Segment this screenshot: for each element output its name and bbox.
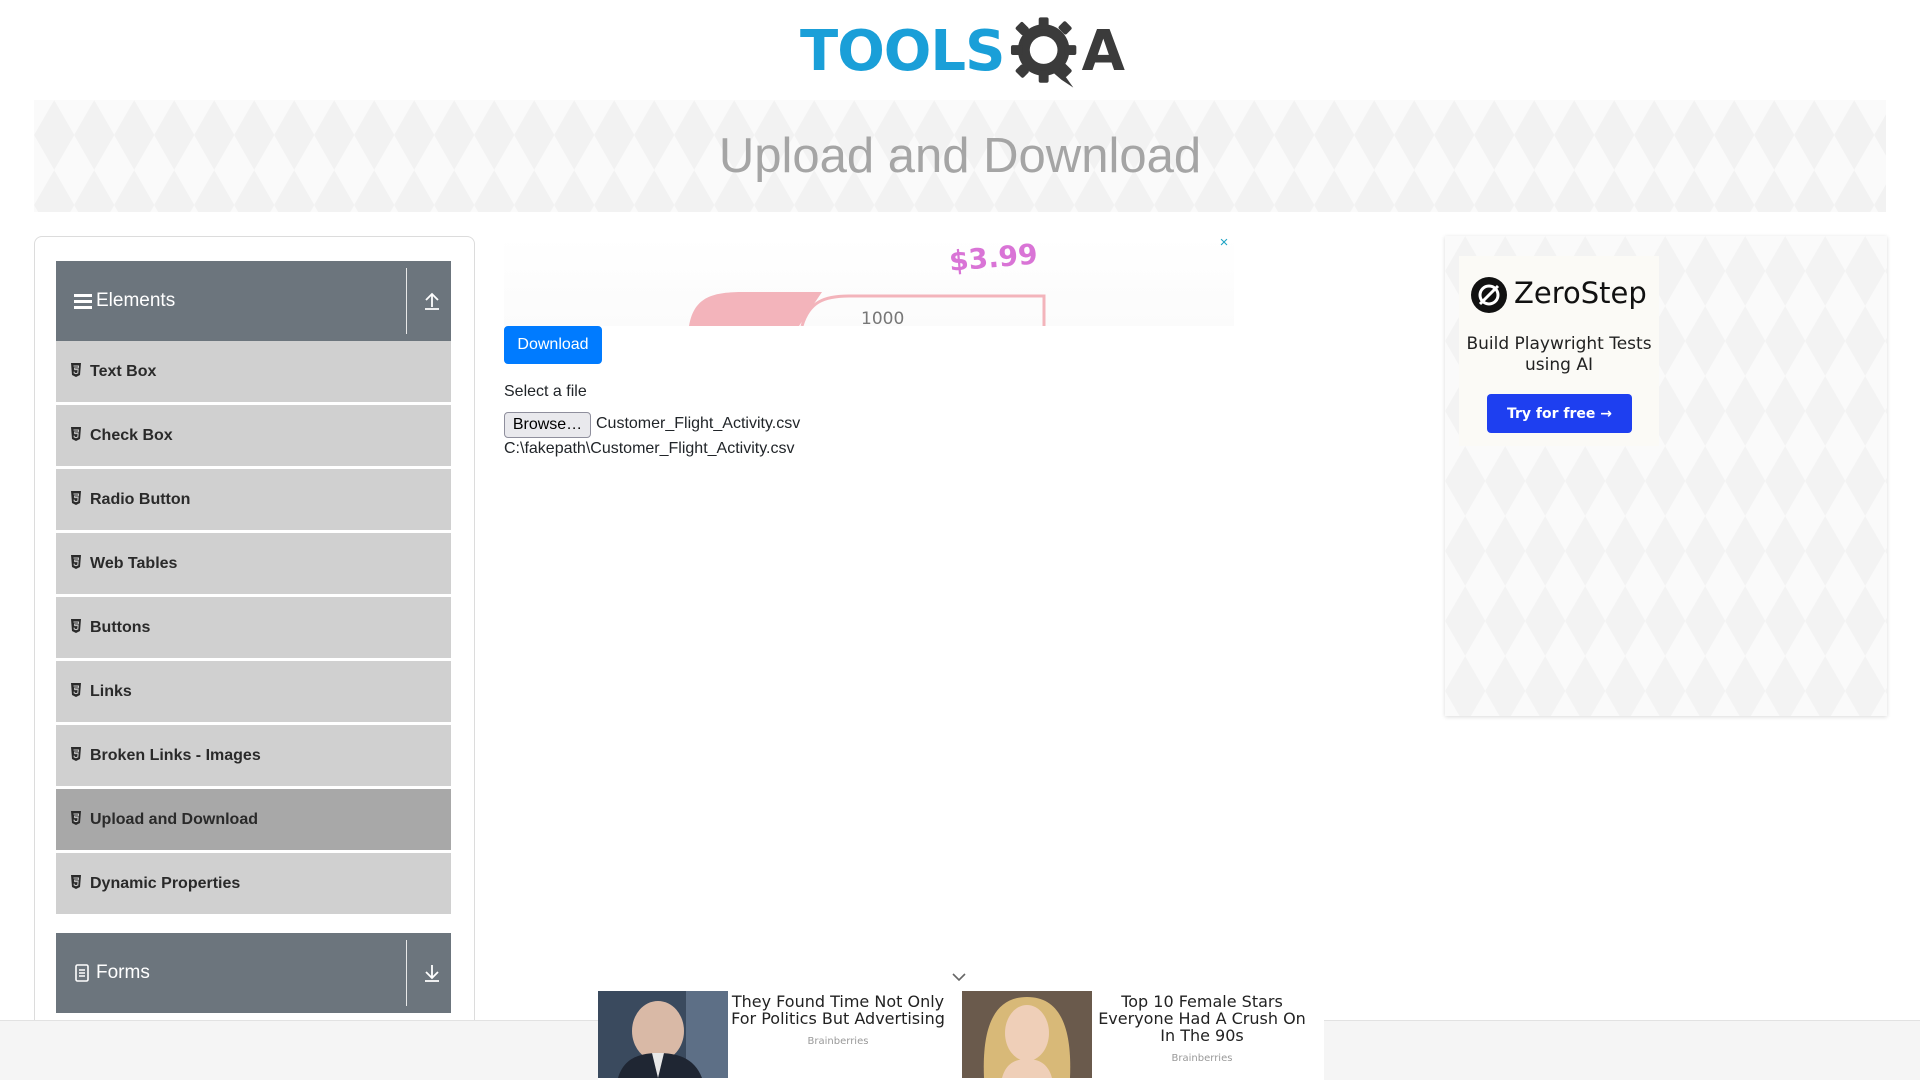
ad-number: 1000 xyxy=(861,309,904,326)
html5-icon xyxy=(71,491,81,505)
sidebar-item[interactable]: Buttons xyxy=(56,597,451,658)
group-title-elements: Elements xyxy=(96,290,176,311)
close-icon[interactable]: × xyxy=(1217,235,1231,250)
ad-graphic: $3.99 1000 xyxy=(689,237,1046,326)
sidebar-item[interactable]: Check Box xyxy=(56,405,451,466)
selected-file-name: Customer_Flight_Activity.csv xyxy=(596,415,801,432)
sidebar-item-label: Radio Button xyxy=(90,490,191,508)
ad-headline-1[interactable]: They Found Time Not Only For Politics Bu… xyxy=(730,993,946,1027)
sidebar-item[interactable]: Upload and Download xyxy=(56,789,451,850)
sidebar-item[interactable]: Web Tables xyxy=(56,533,451,594)
try-for-free-button[interactable]: Try for free → xyxy=(1487,394,1632,433)
sidebar-item[interactable]: Dynamic Properties xyxy=(56,853,451,914)
html5-icon xyxy=(71,875,81,889)
ad-source-1: Brainberries xyxy=(807,1036,869,1047)
sidebar-item-label: Links xyxy=(90,682,132,700)
gear-q-icon xyxy=(1011,17,1077,88)
sidebar-item-label: Text Box xyxy=(90,362,157,380)
chevron-down-icon[interactable] xyxy=(950,968,968,986)
group-header-elements[interactable]: Elements xyxy=(56,261,451,341)
left-sidebar: Elements Text Box Check Box Radio Button We… xyxy=(34,236,475,1080)
browse-button[interactable]: Browse… xyxy=(504,412,591,438)
html5-icon xyxy=(71,811,81,825)
group-header-forms[interactable]: Forms xyxy=(56,933,451,1013)
ad-source-2: Brainberries xyxy=(1171,1053,1233,1064)
logo-text: TOOLS xyxy=(800,19,1005,84)
html5-icon xyxy=(71,363,81,377)
zerostep-logo-icon xyxy=(1471,277,1507,313)
sidebar-item-label: Broken Links - Images xyxy=(90,746,261,764)
html5-icon xyxy=(71,555,81,569)
sidebar-item-label: Buttons xyxy=(90,618,151,636)
html5-icon xyxy=(71,683,81,697)
toolsqa-logo[interactable]: TOOLS A xyxy=(800,14,1125,90)
ad-headline-2[interactable]: Top 10 Female Stars Everyone Had A Crush… xyxy=(1094,993,1310,1044)
ad-thumbnail-1[interactable] xyxy=(598,991,728,1078)
html5-icon xyxy=(71,747,81,761)
ad-price: $3.99 xyxy=(948,237,1039,278)
header: TOOLS A xyxy=(0,0,1920,100)
uploaded-file-path: C:\fakepath\Customer_Flight_Activity.csv xyxy=(504,440,795,457)
sidebar-item[interactable]: Radio Button xyxy=(56,469,451,530)
logo-a: A xyxy=(1081,19,1125,84)
group-divider xyxy=(406,268,407,334)
sidebar-item[interactable]: Text Box xyxy=(56,341,451,402)
ad-brand: ZeroStep xyxy=(1514,276,1647,310)
ad-thumbnail-2[interactable] xyxy=(962,991,1092,1078)
sidebar-item-label: Dynamic Properties xyxy=(90,874,241,892)
collapse-up-icon[interactable] xyxy=(423,291,441,311)
ad-banner-top[interactable]: $3.99 1000 xyxy=(504,236,1234,326)
hamburger-icon xyxy=(74,292,92,310)
sidebar-item-label: Web Tables xyxy=(90,554,178,572)
expand-down-icon[interactable] xyxy=(423,963,441,983)
sidebar-item-label: Check Box xyxy=(90,426,173,444)
document-icon xyxy=(74,964,92,982)
ad-tagline: Build Playwright Tests using AI xyxy=(1466,334,1652,375)
html5-icon xyxy=(71,427,81,441)
html5-icon xyxy=(71,619,81,633)
sidebar-item-label: Upload and Download xyxy=(90,810,258,828)
page-banner: Upload and Download xyxy=(34,100,1886,212)
download-button[interactable]: Download xyxy=(504,326,602,364)
page-title: Upload and Download xyxy=(718,129,1202,183)
group-divider xyxy=(406,940,407,1006)
sidebar-item[interactable]: Broken Links - Images xyxy=(56,725,451,786)
group-title-forms: Forms xyxy=(96,962,150,983)
sidebar-item[interactable]: Links xyxy=(56,661,451,722)
select-file-label: Select a file xyxy=(504,383,587,400)
